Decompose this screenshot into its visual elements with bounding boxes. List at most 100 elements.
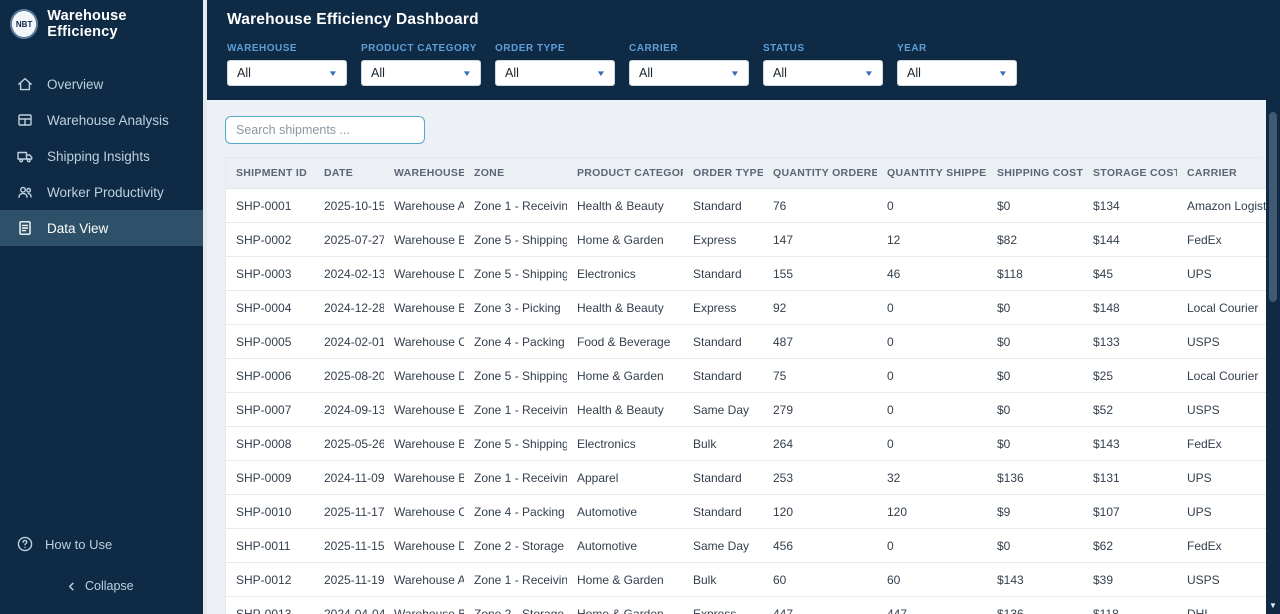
filter-group-order-type: ORDER TYPE All ▼: [495, 43, 615, 86]
table-cell: 2024-09-13: [314, 392, 384, 427]
table-body: SHP-0001 2025-10-15 Warehouse A Zone 1 - Re…: [226, 188, 1269, 614]
scrollbar-thumb[interactable]: [1269, 112, 1277, 302]
table-cell: USPS: [1177, 562, 1269, 597]
table-cell: $52: [1083, 392, 1177, 427]
table-cell: Express: [683, 596, 763, 614]
column-header-order-type: ORDER TYPE: [683, 158, 763, 189]
filter-bar: WAREHOUSE All ▼ PRODUCT CATEGORY All ▼ ORDER T…: [207, 38, 1280, 100]
filter-label: STATUS: [763, 43, 805, 54]
table-cell: 60: [763, 562, 877, 597]
table-row[interactable]: SHP-0008 2025-05-26 Warehouse B Zone 5 - Sh…: [226, 426, 1269, 461]
collapse-button[interactable]: Collapse: [0, 568, 203, 604]
table-cell: Warehouse B: [384, 290, 464, 325]
filter-dropdown-status[interactable]: All ▼: [763, 60, 883, 86]
column-header-quantity-shipped: QUANTITY SHIPPED: [877, 158, 987, 189]
filter-dropdown-product-category[interactable]: All ▼: [361, 60, 481, 86]
table-row[interactable]: SHP-0005 2024-02-01 Warehouse C Zone 4 - Pa…: [226, 324, 1269, 359]
table-cell: Warehouse A: [384, 188, 464, 223]
table-row[interactable]: SHP-0012 2025-11-19 Warehouse A Zone 1 - Re…: [226, 562, 1269, 597]
table-cell: $133: [1083, 324, 1177, 359]
table-cell: UPS: [1177, 494, 1269, 529]
table-row[interactable]: SHP-0002 2025-07-27 Warehouse B Zone 5 - Sh…: [226, 222, 1269, 257]
table-cell: Zone 1 - Receiving: [464, 392, 567, 427]
table-cell: 2025-11-15: [314, 528, 384, 563]
table-cell: 155: [763, 256, 877, 291]
search-input[interactable]: [225, 116, 425, 144]
table-cell: $25: [1083, 358, 1177, 393]
table-cell: 456: [763, 528, 877, 563]
sidebar-item-label: Worker Productivity: [47, 184, 164, 200]
column-header-storage-cost: STORAGE COST: [1083, 158, 1177, 189]
table-cell: $143: [1083, 426, 1177, 461]
column-header-shipping-cost: SHIPPING COST: [987, 158, 1083, 189]
table-cell: Warehouse A: [384, 562, 464, 597]
table-cell: Express: [683, 290, 763, 325]
table-cell: Zone 2 - Storage: [464, 596, 567, 614]
page-title: Warehouse Efficiency Dashboard: [227, 11, 479, 28]
chevron-down-icon: ▼: [461, 68, 473, 78]
table-cell: Standard: [683, 358, 763, 393]
column-header-warehouse: WAREHOUSE: [384, 158, 464, 189]
table-cell: 76: [763, 188, 877, 223]
table-cell: Amazon Logistics: [1177, 188, 1269, 223]
table-row[interactable]: SHP-0010 2025-11-17 Warehouse C Zone 4 - Pa…: [226, 494, 1269, 529]
table-cell: UPS: [1177, 460, 1269, 495]
filter-dropdown-carrier[interactable]: All ▼: [629, 60, 749, 86]
table-cell: Express: [683, 222, 763, 257]
table-row[interactable]: SHP-0007 2024-09-13 Warehouse E Zone 1 - Re…: [226, 392, 1269, 427]
filter-dropdown-warehouse[interactable]: All ▼: [227, 60, 347, 86]
table-row[interactable]: SHP-0003 2024-02-13 Warehouse D Zone 5 - Sh…: [226, 256, 1269, 291]
table-cell: Warehouse C: [384, 324, 464, 359]
table-cell: SHP-0010: [226, 494, 314, 529]
table-cell: 447: [763, 596, 877, 614]
page-scrollbar[interactable]: ▼: [1266, 0, 1280, 614]
chevron-down-icon: ▼: [997, 68, 1009, 78]
table-cell: $118: [1083, 596, 1177, 614]
table-cell: 32: [877, 460, 987, 495]
table-cell: SHP-0013: [226, 596, 314, 614]
table-cell: Standard: [683, 494, 763, 529]
table-row[interactable]: SHP-0006 2025-08-20 Warehouse D Zone 5 - Sh…: [226, 358, 1269, 393]
table-cell: $9: [987, 494, 1083, 529]
table-cell: $143: [987, 562, 1083, 597]
chevron-down-icon: ▼: [729, 68, 741, 78]
filter-dropdown-year[interactable]: All ▼: [897, 60, 1017, 86]
table-cell: 0: [877, 528, 987, 563]
table-cell: SHP-0009: [226, 460, 314, 495]
table-cell: 46: [877, 256, 987, 291]
sidebar-item-overview[interactable]: Overview: [0, 66, 203, 102]
document-icon: [16, 219, 34, 237]
table-cell: Local Courier: [1177, 358, 1269, 393]
table-row[interactable]: SHP-0013 2024-04-04 Warehouse B Zone 2 - St…: [226, 596, 1269, 614]
sidebar-item-how-to-use[interactable]: How to Use: [0, 526, 203, 562]
table-cell: Zone 5 - Shipping: [464, 256, 567, 291]
table-cell: 2025-11-19: [314, 562, 384, 597]
table-cell: 2025-07-27: [314, 222, 384, 257]
scroll-down-arrow[interactable]: ▼: [1266, 601, 1280, 610]
table-cell: $148: [1083, 290, 1177, 325]
sidebar: NBT Warehouse Efficiency Overview Warehou…: [0, 0, 203, 614]
table-cell: $0: [987, 426, 1083, 461]
table-row[interactable]: SHP-0009 2024-11-09 Warehouse B Zone 1 - Re…: [226, 460, 1269, 495]
table-cell: 2024-11-09: [314, 460, 384, 495]
table-row[interactable]: SHP-0004 2024-12-28 Warehouse B Zone 3 - Pi…: [226, 290, 1269, 325]
filter-dropdown-order-type[interactable]: All ▼: [495, 60, 615, 86]
shipments-table-container: SHIPMENT ID DATE WAREHOUSE ZONE PRODUCT CATE…: [225, 157, 1269, 614]
sidebar-item-label: Overview: [47, 76, 104, 92]
table-cell: Zone 2 - Storage: [464, 528, 567, 563]
table-cell: $62: [1083, 528, 1177, 563]
sidebar-item-worker-productivity[interactable]: Worker Productivity: [0, 174, 203, 210]
truck-icon: [16, 147, 34, 165]
table-row[interactable]: SHP-0011 2025-11-15 Warehouse D Zone 2 - St…: [226, 528, 1269, 563]
table-cell: Bulk: [683, 426, 763, 461]
table-cell: 120: [763, 494, 877, 529]
table-cell: 279: [763, 392, 877, 427]
table-cell: USPS: [1177, 392, 1269, 427]
chevron-left-icon: [62, 577, 80, 595]
sidebar-item-data-view[interactable]: Data View: [0, 210, 203, 246]
sidebar-item-label: Warehouse Analysis: [47, 112, 169, 128]
sidebar-item-warehouse-analysis[interactable]: Warehouse Analysis: [0, 102, 203, 138]
table-cell: DHL: [1177, 596, 1269, 614]
sidebar-item-shipping-insights[interactable]: Shipping Insights: [0, 138, 203, 174]
table-row[interactable]: SHP-0001 2025-10-15 Warehouse A Zone 1 - Re…: [226, 188, 1269, 223]
